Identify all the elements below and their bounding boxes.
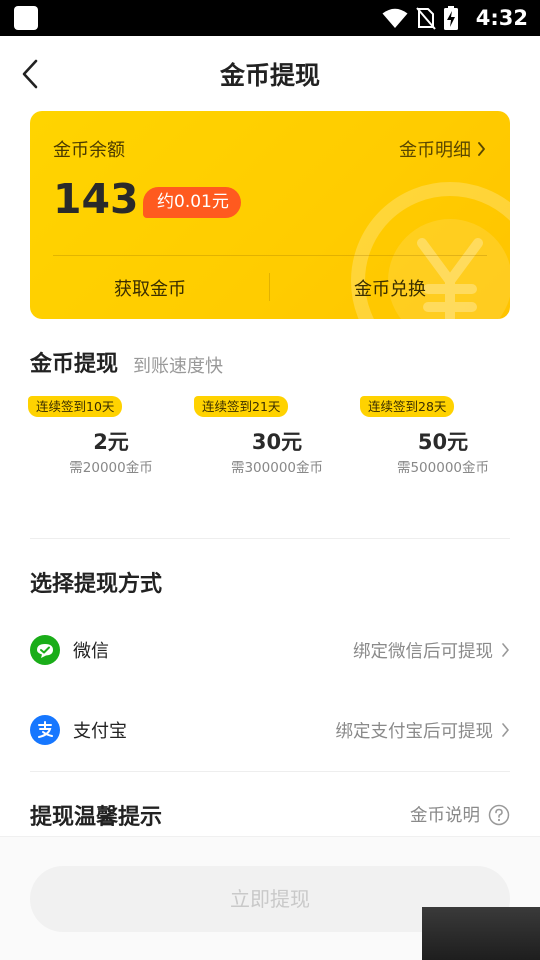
option-amount: 50元 (417, 430, 469, 454)
coin-explanation-link[interactable]: 金币说明 (410, 802, 510, 827)
status-icons (382, 6, 458, 30)
chevron-right-icon (502, 643, 509, 657)
alipay-label: 支付宝 (73, 721, 127, 742)
title-bar: 金币提现 (0, 36, 540, 112)
option-amount: 30元 (251, 430, 303, 454)
withdraw-option-50[interactable]: 连续签到28天 50元 需500000金币 (360, 396, 526, 486)
battery-charging-icon (444, 6, 458, 30)
balance-amount: 143 (53, 175, 139, 223)
overlay-thumbnail (422, 907, 540, 960)
coin-detail-label: 金币明细 (399, 140, 471, 161)
alipay-icon (30, 715, 60, 745)
withdraw-section-subtitle: 到账速度快 (133, 356, 223, 377)
coin-detail-link[interactable]: 金币明细 (399, 136, 486, 162)
withdraw-option-2[interactable]: 连续签到10天 2元 需20000金币 (28, 396, 194, 486)
option-tag: 连续签到21天 (194, 396, 289, 417)
option-requirement: 需300000金币 (230, 460, 324, 476)
wechat-hint-label: 绑定微信后可提现 (353, 641, 493, 662)
alipay-hint-label: 绑定支付宝后可提现 (335, 721, 494, 742)
chevron-right-icon (502, 723, 509, 737)
coin-explanation-label: 金币说明 (410, 806, 480, 826)
wechat-label: 微信 (73, 641, 109, 662)
tips-section-title: 提现温馨提示 (30, 805, 163, 830)
approx-value-badge: 约0.01元 (143, 187, 241, 218)
balance-card: 金币余额 金币明细 143 约0.01元 获取金币 金币兑换 (30, 111, 510, 319)
status-time: 4:32 (475, 6, 528, 30)
option-tag: 连续签到28天 (360, 396, 455, 417)
withdraw-option-30[interactable]: 连续签到21天 30元 需300000金币 (194, 396, 360, 486)
divider (30, 538, 510, 539)
withdraw-section-title: 金币提现 (30, 352, 119, 377)
get-coins-button[interactable]: 获取金币 (30, 275, 270, 301)
balance-label: 金币余额 (53, 140, 125, 161)
wechat-bind-hint[interactable]: 绑定微信后可提现 (353, 638, 510, 663)
question-circle-icon (488, 804, 510, 825)
wifi-icon (382, 8, 408, 28)
wechat-icon (30, 635, 60, 665)
alipay-bind-hint[interactable]: 绑定支付宝后可提现 (336, 718, 511, 743)
no-sim-icon (416, 7, 436, 30)
methods-section-title: 选择提现方式 (30, 572, 163, 597)
alipay-method-row[interactable]: 支付宝 绑定支付宝后可提现 (30, 710, 510, 750)
notification-app-icon (14, 6, 38, 30)
exchange-coins-button[interactable]: 金币兑换 (270, 275, 510, 301)
chevron-right-icon (478, 142, 485, 156)
page-title: 金币提现 (219, 61, 320, 90)
option-amount: 2元 (93, 430, 129, 454)
divider (30, 771, 510, 772)
card-divider (53, 255, 487, 256)
status-bar: 4:32 (0, 0, 540, 36)
wechat-method-row[interactable]: 微信 绑定微信后可提现 (30, 630, 510, 670)
option-requirement: 需500000金币 (396, 460, 490, 476)
option-tag: 连续签到10天 (28, 396, 123, 417)
option-requirement: 需20000金币 (69, 460, 153, 476)
